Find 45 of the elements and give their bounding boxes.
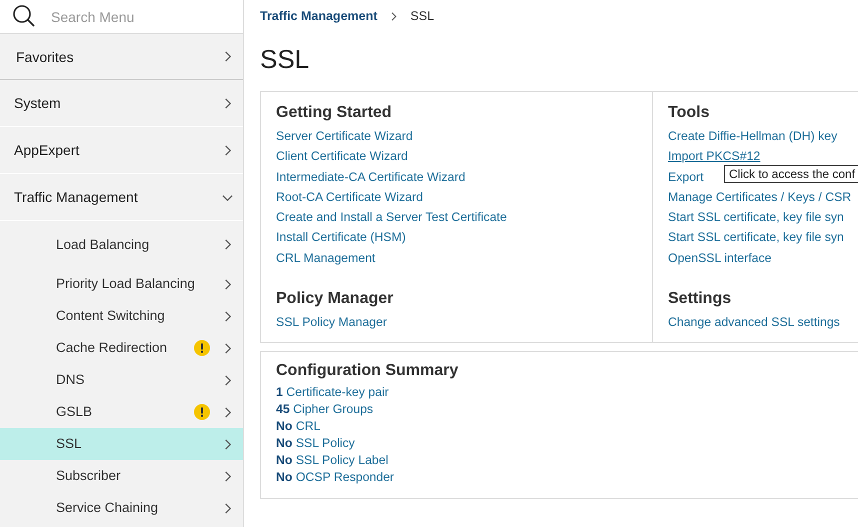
summary-row-text: No SSL Policy Label bbox=[276, 452, 390, 470]
section-heading: Configuration Summary bbox=[276, 362, 460, 380]
link[interactable]: Change advanced SSL settings bbox=[668, 312, 858, 332]
section-heading: Getting Started bbox=[276, 104, 393, 122]
summary-row-text: 45 Cipher Groups bbox=[276, 401, 374, 418]
nav-subitem[interactable]: Cache Redirection bbox=[0, 332, 243, 364]
breadcrumb-link[interactable]: Traffic Management bbox=[260, 9, 378, 23]
link[interactable]: CRL Management bbox=[276, 248, 637, 268]
nav-subitem[interactable]: Subscriber bbox=[0, 460, 243, 492]
nav-subitem[interactable]: SSL bbox=[0, 428, 243, 460]
link[interactable]: Manage Certificates / Keys / CSR bbox=[668, 186, 858, 208]
summary-row-text: No CRL bbox=[276, 418, 322, 436]
summary-row-text: No OCSP Responder bbox=[276, 469, 396, 486]
section-heading: Tools bbox=[668, 104, 710, 122]
nav-item[interactable]: Favorites bbox=[0, 34, 243, 80]
breadcrumb-current: SSL bbox=[410, 9, 434, 23]
search-field[interactable]: Search Menu bbox=[0, 0, 243, 34]
nav-subitem[interactable]: Load Balancing bbox=[0, 221, 243, 268]
nav-subitem[interactable]: Content Switching bbox=[0, 300, 243, 332]
link[interactable]: Client Certificate Wizard bbox=[276, 146, 637, 167]
link[interactable]: Start SSL certificate, key file syn bbox=[668, 207, 858, 228]
nav-subitem[interactable]: GSLB bbox=[0, 396, 243, 428]
tooltip: Click to access the conf bbox=[724, 164, 858, 183]
nav-subitem[interactable]: DNS bbox=[0, 364, 243, 396]
nav-subitem[interactable]: Service Chaining bbox=[0, 492, 243, 524]
link[interactable]: Intermediate-CA Certificate Wizard bbox=[276, 166, 637, 187]
nav-item[interactable]: AppExpert bbox=[0, 127, 243, 174]
section-heading: Policy Manager bbox=[276, 290, 394, 308]
summary-row-text: 1 Certificate-key pair bbox=[276, 384, 390, 402]
link[interactable]: Create Diffie-Hellman (DH) key bbox=[668, 126, 858, 146]
nav-subitem[interactable]: Priority Load Balancing bbox=[0, 268, 243, 300]
link[interactable]: OpenSSL interface bbox=[668, 248, 858, 268]
nav-item[interactable]: System bbox=[0, 80, 243, 127]
link[interactable]: Import PKCS#12 bbox=[668, 146, 858, 167]
section-heading: Settings bbox=[668, 290, 732, 308]
link[interactable]: Start SSL certificate, key file syn bbox=[668, 227, 858, 248]
link[interactable]: Root-CA Certificate Wizard bbox=[276, 186, 637, 208]
summary-row-text: No SSL Policy bbox=[276, 435, 356, 452]
page-title: SSL bbox=[260, 44, 310, 75]
link[interactable]: SSL Policy Manager bbox=[276, 312, 637, 332]
link[interactable]: Server Certificate Wizard bbox=[276, 126, 637, 146]
link[interactable]: Create and Install a Server Test Certificate bbox=[276, 207, 637, 228]
link[interactable]: Install Certificate (HSM) bbox=[276, 227, 637, 248]
chevron-right-icon bbox=[389, 12, 398, 20]
nav-item[interactable]: Traffic Management bbox=[0, 174, 243, 221]
